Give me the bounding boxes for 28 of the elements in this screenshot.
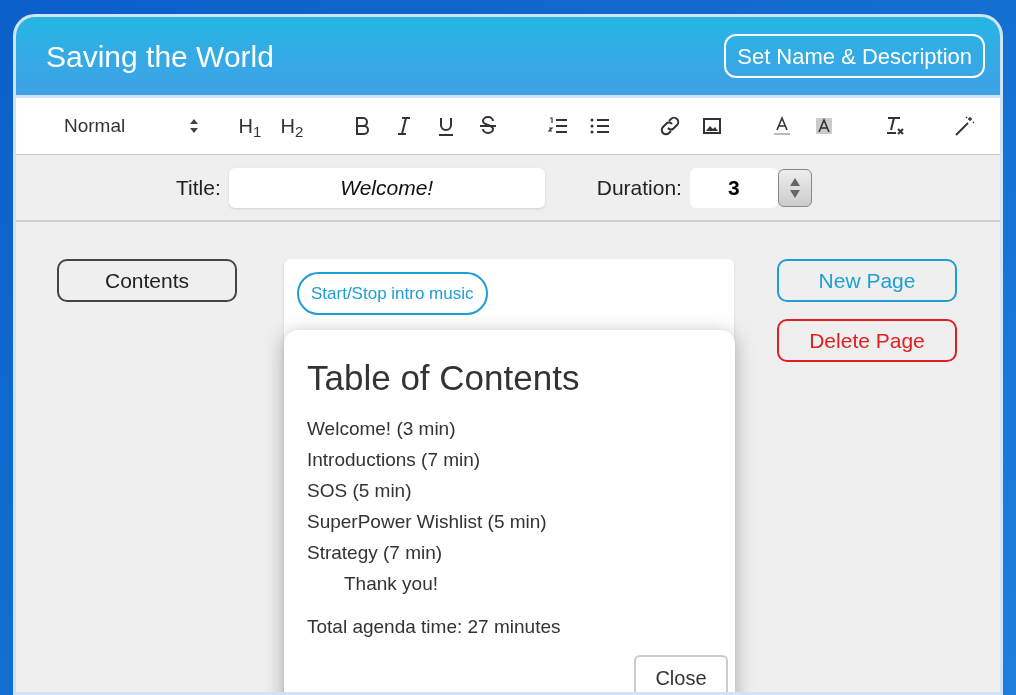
duration-label: Duration: [596,174,682,201]
heading-button[interactable]: H$_{2}$ [271,111,313,141]
dialog-title: Table of Contents [307,357,581,399]
contents-item[interactable]: Introductions (7 min) [307,443,481,475]
dropdown-arrows-icon[interactable] [189,118,199,134]
close-button[interactable]: Close [634,655,728,692]
contents-button[interactable]: Contents [57,259,237,302]
contents-item[interactable]: Thank you! [344,567,438,599]
duration-field[interactable]: 3 [689,167,778,208]
contents-item[interactable]: Strategy (7 min) [307,536,443,568]
strikethrough-icon[interactable] [477,115,499,137]
window-title: Saving the World [46,38,274,75]
text-color-icon[interactable] [771,115,793,137]
contents-item[interactable]: SOS (5 min) [307,474,412,506]
contents-item[interactable]: Welcome! (3 min) [307,412,456,444]
format-dropdown[interactable]: Normal [64,111,229,141]
delete-button[interactable]: Delete Page [777,319,957,362]
image-icon[interactable] [701,115,723,137]
title-field[interactable]: Welcome! [228,167,545,208]
stepper-arrows-icon[interactable] [788,176,801,199]
title-label: Title: [176,174,221,201]
link-icon[interactable] [659,115,681,137]
stepper-button[interactable] [777,168,812,207]
highlight-icon[interactable] [813,115,835,137]
magic-wand-icon[interactable] [953,115,975,137]
heading-button[interactable]: H$_{1}$ [229,111,271,141]
contents-item[interactable]: SuperPower Wishlist (5 min) [307,505,547,537]
total-time: Total agenda time: 27 minutes [307,614,562,639]
